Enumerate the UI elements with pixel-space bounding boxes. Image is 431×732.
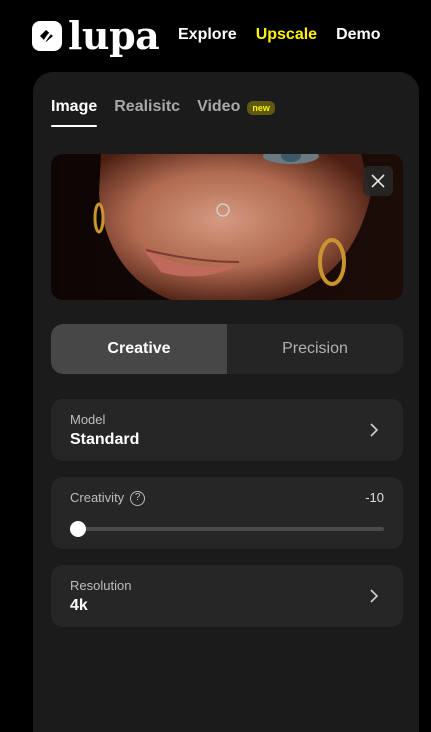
new-badge: new (247, 100, 275, 115)
creativity-label: Creativity? (70, 490, 146, 507)
help-icon[interactable]: ? (130, 491, 146, 507)
close-icon (371, 174, 385, 188)
resolution-selector[interactable]: Resolution 4k (51, 565, 403, 627)
portrait-image (51, 154, 403, 300)
tab-image[interactable]: Image (51, 98, 98, 127)
main-nav: Explore Upscale Demo (178, 26, 400, 44)
model-selector[interactable]: Model Standard (51, 399, 403, 461)
top-bar: lupa Explore Upscale Demo (0, 0, 431, 72)
mode-creative-button[interactable]: Creative (51, 324, 227, 374)
mode-toggle: Creative Precision (51, 324, 403, 374)
resolution-value: 4k (70, 597, 88, 614)
slider-thumb[interactable] (70, 521, 86, 537)
resolution-label: Resolution (70, 578, 132, 593)
tab-video[interactable]: Video (197, 98, 240, 127)
brand-name: lupa (68, 13, 160, 58)
lupa-logo[interactable]: lupa (32, 13, 160, 58)
creativity-value: -10 (365, 490, 384, 505)
source-tabs: Image Realisitc Video new (51, 98, 275, 127)
chevron-right-icon (370, 589, 379, 603)
nav-upscale[interactable]: Upscale (256, 26, 317, 44)
creativity-slider[interactable] (70, 521, 384, 537)
model-label: Model (70, 412, 106, 427)
mode-precision-button[interactable]: Precision (227, 324, 403, 374)
chevron-right-icon (370, 423, 379, 437)
model-value: Standard (70, 431, 140, 448)
image-preview (51, 154, 403, 300)
lupa-logo-mark-icon (32, 21, 62, 51)
nav-demo[interactable]: Demo (336, 26, 380, 44)
remove-image-button[interactable] (363, 166, 393, 196)
tab-realistic[interactable]: Realisitc (114, 98, 180, 127)
nav-explore[interactable]: Explore (178, 26, 237, 44)
upscale-panel: Image Realisitc Video new Creative Preci… (33, 72, 419, 732)
creativity-control: Creativity? -10 (51, 477, 403, 549)
